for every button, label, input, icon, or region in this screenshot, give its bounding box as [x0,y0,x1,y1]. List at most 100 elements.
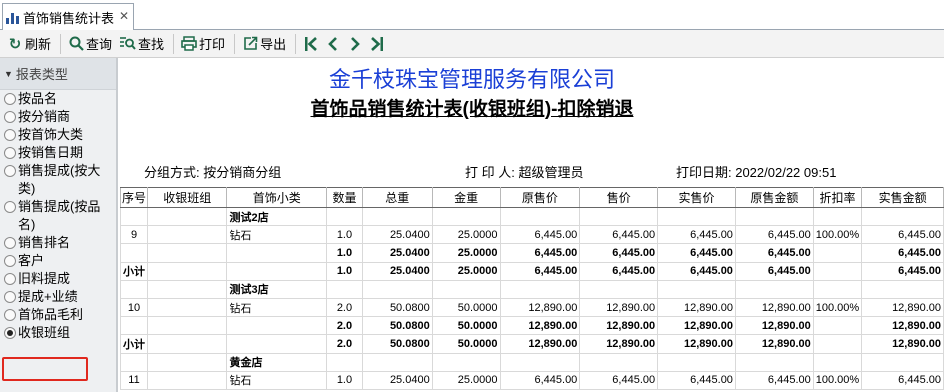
report-type-option[interactable]: 客户 [0,252,117,270]
report-type-option[interactable]: 按品名 [0,90,117,108]
table-row[interactable]: 黄金店 [120,352,944,372]
radio-button[interactable] [4,309,16,321]
column-header[interactable]: 总重 [361,187,433,208]
table-row[interactable]: 测试2店 [120,206,944,227]
table-cell: 25.0000 [431,370,501,390]
export-button[interactable]: 导出 [239,32,289,56]
table-cell: 6,445.00 [734,225,814,245]
toolbar-separator [173,33,175,54]
table-body: 测试2店 9 钻石 1.0 25.0400 25.0000 6,445.00 6,445.00… [120,206,944,390]
report-type-label: 销售排名 [18,235,71,250]
table-cell: 测试2店 [226,206,328,227]
report-title: 首饰品销售统计表(收银班组)-扣除销退 [310,99,634,120]
radio-button[interactable] [4,129,16,141]
report-type-option[interactable]: 按分销商 [0,108,117,126]
radio-button[interactable] [4,237,16,249]
column-header[interactable]: 售价 [579,187,659,208]
report-type-option[interactable]: 按销售日期 [0,144,117,162]
radio-button[interactable] [4,201,16,213]
radio-button[interactable] [4,255,16,267]
table-cell [120,352,148,372]
table-row[interactable]: 小计 2.0 50.0800 50.0000 12,890.00 12,890.00 12,… [120,334,944,354]
table-cell [579,206,659,227]
table-cell: 12,890.00 [734,297,814,318]
column-header[interactable]: 实售金额 [861,187,944,208]
report-type-label: 销售提成(按大类) [18,163,101,196]
column-header[interactable]: 金重 [431,187,501,208]
radio-button[interactable] [4,147,16,159]
table-cell: 100.00% [812,225,863,245]
table-row[interactable]: 1.0 25.0400 25.0000 6,445.00 6,445.00 6,445.0… [120,243,944,263]
table-cell: 12,890.00 [861,297,944,318]
find-button[interactable]: 查找 [117,32,167,56]
report-type-header[interactable]: ▼ 报表类型 [0,58,117,90]
table-cell [226,316,328,336]
report-type-option[interactable]: 提成+业绩 [0,288,117,306]
table-cell: 6,445.00 [657,370,736,390]
tab-label: 首饰销售统计表 [23,10,115,26]
column-header[interactable]: 收银班组 [146,187,228,208]
radio-button[interactable] [4,111,16,123]
table-cell [120,243,148,263]
report-type-label: 按销售日期 [18,145,84,160]
table-cell: 6,445.00 [861,225,944,245]
table-cell: 12,890.00 [657,316,736,336]
table-cell: 12,890.00 [579,316,659,336]
panel-divider[interactable] [116,58,118,392]
radio-button[interactable] [4,273,16,285]
refresh-button[interactable]: ↻ 刷新 [4,32,54,56]
column-header[interactable]: 原售价 [499,187,581,208]
last-page-icon[interactable] [366,33,388,55]
table-cell: 11 [120,370,148,390]
radio-button[interactable] [4,165,16,177]
table-cell: 6,445.00 [861,243,944,263]
table-cell: 100.00% [812,370,863,390]
radio-button[interactable] [4,93,16,105]
print-button[interactable]: 打印 [178,32,228,56]
table-cell: 6,445.00 [861,370,944,390]
column-header[interactable]: 数量 [326,187,363,208]
column-header[interactable]: 折扣率 [812,187,863,208]
toolbar-separator [295,33,297,54]
toolbar-separator [60,33,62,54]
table-cell: 6,445.00 [861,261,944,281]
table-row[interactable]: 2.0 50.0800 50.0000 12,890.00 12,890.00 12,89… [120,316,944,336]
close-icon[interactable]: ✕ [119,9,129,23]
report-type-option[interactable]: 销售提成(按品名) [0,198,117,234]
report-type-option[interactable]: 销售排名 [0,234,117,252]
column-header[interactable]: 实售价 [657,187,736,208]
table-cell [734,279,814,299]
table-cell: 1.0 [326,225,363,245]
table-row[interactable]: 测试3店 [120,279,944,299]
table-cell [326,206,363,227]
next-page-icon[interactable] [344,33,366,55]
report-type-option[interactable]: 首饰品毛利 [0,306,117,324]
table-cell: 50.0000 [431,297,501,318]
table-cell [499,352,581,372]
prev-page-icon[interactable] [322,33,344,55]
table-cell: 25.0400 [361,261,433,281]
column-header[interactable]: 原售金额 [734,187,814,208]
table-cell [812,243,863,263]
radio-button[interactable] [4,327,16,339]
table-row[interactable]: 11 钻石 1.0 25.0400 25.0000 6,445.00 6,445.00 6,4… [120,370,944,390]
report-type-option[interactable]: 旧料提成 [0,270,117,288]
column-header[interactable]: 序号 [120,187,148,208]
table-row[interactable]: 10 钻石 2.0 50.0800 50.0000 12,890.00 12,890.00 1… [120,297,944,318]
query-button[interactable]: 查询 [65,32,115,56]
report-type-option[interactable]: 收银班组 [0,324,117,342]
table-cell: 6,445.00 [499,261,581,281]
column-header[interactable]: 首饰小类 [226,187,328,208]
tab-sales-report[interactable]: 首饰销售统计表 ✕ [2,3,134,30]
report-type-option[interactable]: 按首饰大类 [0,126,117,144]
table-row[interactable]: 小计 1.0 25.0400 25.0000 6,445.00 6,445.00 6,445… [120,261,944,281]
table-cell [146,316,228,336]
first-page-icon[interactable] [300,33,322,55]
report-type-label: 客户 [18,253,45,268]
report-type-label: 按品名 [18,91,58,106]
radio-button[interactable] [4,291,16,303]
table-cell: 6,445.00 [579,261,659,281]
table-cell [146,352,228,372]
table-row[interactable]: 9 钻石 1.0 25.0400 25.0000 6,445.00 6,445.00 6,44… [120,225,944,245]
report-type-option[interactable]: 销售提成(按大类) [0,162,117,198]
